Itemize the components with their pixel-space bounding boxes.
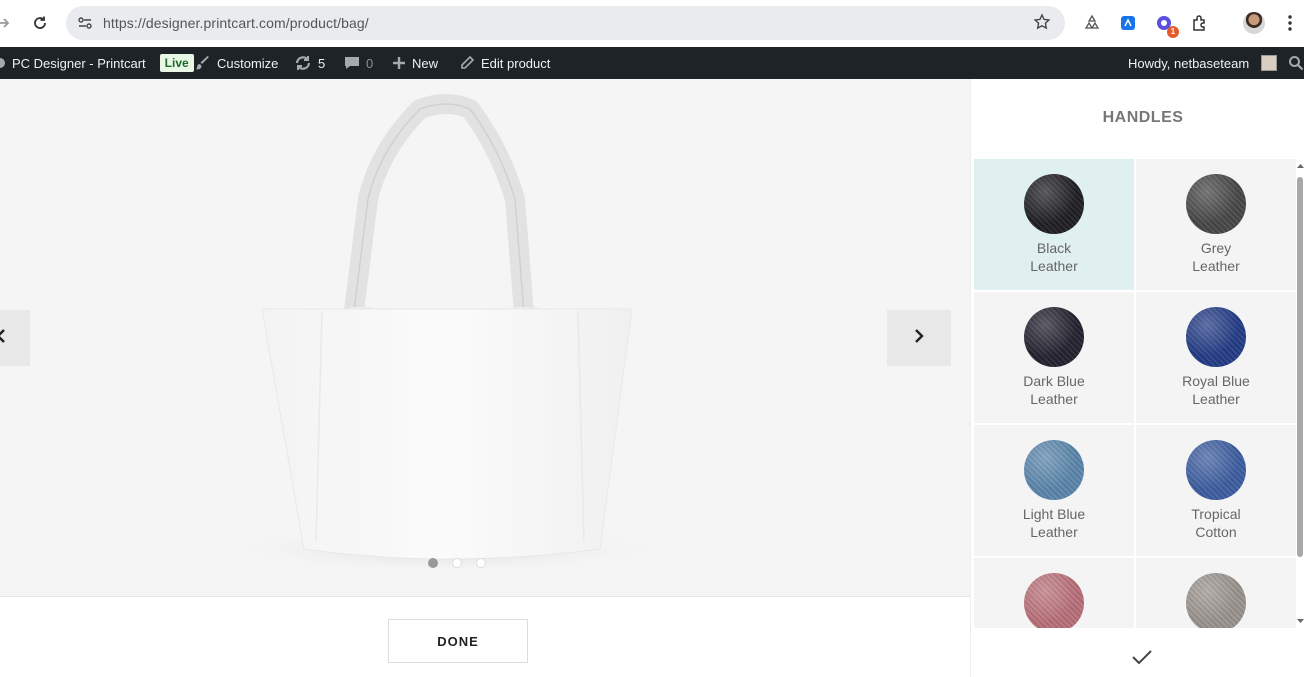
updates-icon bbox=[294, 55, 312, 71]
updates-count: 5 bbox=[318, 55, 326, 71]
pencil-icon bbox=[459, 55, 475, 71]
color-picker-extension-icon[interactable]: 1 bbox=[1153, 12, 1179, 38]
chevron-right-icon bbox=[914, 328, 924, 348]
swatch-grid: Black Leather Grey Leather Dark Blue Leath… bbox=[974, 159, 1296, 628]
swatch-texture bbox=[1186, 307, 1246, 367]
reload-icon[interactable] bbox=[29, 12, 51, 34]
product-preview bbox=[0, 79, 970, 596]
chevron-left-icon bbox=[0, 328, 6, 348]
done-button[interactable]: DONE bbox=[388, 619, 528, 663]
live-badge: Live bbox=[159, 54, 194, 72]
translate-extension-icon[interactable] bbox=[1117, 12, 1139, 34]
comment-icon bbox=[344, 55, 360, 71]
account-menu[interactable]: Howdy, netbaseteam bbox=[1128, 47, 1278, 79]
swatch-texture bbox=[1024, 307, 1084, 367]
search-icon bbox=[1288, 55, 1304, 71]
updates-menu[interactable]: 5 bbox=[294, 47, 325, 79]
new-content-menu[interactable]: New bbox=[392, 47, 438, 79]
swatch-option[interactable]: Black Leather bbox=[974, 159, 1134, 290]
howdy-label: Howdy, netbaseteam bbox=[1128, 55, 1250, 71]
browser-toolbar: https://designer.printcart.com/product/b… bbox=[0, 0, 1304, 46]
site-name-label: PC Designer - Printcart bbox=[12, 55, 146, 71]
url-text: https://designer.printcart.com/product/b… bbox=[103, 15, 369, 31]
browser-menu-icon[interactable] bbox=[1279, 12, 1301, 34]
profile-avatar[interactable] bbox=[1243, 12, 1265, 34]
scroll-up-icon[interactable] bbox=[1296, 161, 1304, 171]
swatch-label: Grey Leather bbox=[1192, 240, 1240, 274]
options-panel: HANDLES Black Leather Grey Leather Dark Bl… bbox=[970, 79, 1304, 677]
swatch-texture bbox=[1024, 174, 1084, 234]
panel-scrollbar[interactable] bbox=[1296, 159, 1304, 628]
swatch-option[interactable] bbox=[1136, 558, 1296, 628]
swatch-option[interactable]: Tropical Cotton bbox=[1136, 425, 1296, 556]
comments-menu[interactable]: 0 bbox=[344, 47, 373, 79]
confirm-button[interactable] bbox=[1131, 649, 1153, 670]
swatch-label: Light Blue Leather bbox=[1022, 506, 1086, 540]
edit-product-link[interactable]: Edit product bbox=[459, 47, 550, 79]
swatch-texture bbox=[1186, 440, 1246, 500]
site-settings-icon[interactable] bbox=[74, 12, 96, 34]
admin-search[interactable] bbox=[1288, 47, 1304, 79]
panel-title: HANDLES bbox=[1102, 109, 1184, 126]
swatch-texture bbox=[1186, 174, 1246, 234]
plus-icon bbox=[392, 56, 406, 70]
site-name-menu[interactable]: PC Designer - Printcart Live bbox=[0, 47, 194, 79]
new-label: New bbox=[412, 55, 439, 71]
swatch-label: Dark Blue Leather bbox=[1023, 373, 1085, 407]
forward-icon[interactable] bbox=[0, 12, 14, 34]
extension-badge: 1 bbox=[1167, 26, 1179, 38]
swatch-texture bbox=[1024, 573, 1084, 628]
swatch-option[interactable]: Light Blue Leather bbox=[974, 425, 1134, 556]
paintbrush-icon bbox=[195, 55, 211, 71]
swatch-label: Black Leather bbox=[1030, 240, 1078, 274]
address-bar[interactable]: https://designer.printcart.com/product/b… bbox=[66, 6, 1065, 40]
bookmark-star-icon[interactable] bbox=[1033, 13, 1051, 36]
swatch-texture bbox=[1024, 440, 1084, 500]
admin-bar: PC Designer - Printcart Live Customize 5… bbox=[0, 47, 1304, 79]
customize-menu[interactable]: Customize bbox=[195, 47, 278, 79]
slide-dot[interactable] bbox=[452, 558, 462, 568]
swatch-label: Tropical Cotton bbox=[1191, 506, 1241, 540]
prev-slide-button[interactable] bbox=[0, 310, 30, 366]
stage-footer: DONE bbox=[0, 596, 970, 677]
swatch-option[interactable]: Dark Blue Leather bbox=[974, 292, 1134, 423]
home-icon bbox=[0, 56, 6, 70]
swatch-option[interactable]: Royal Blue Leather bbox=[1136, 292, 1296, 423]
slide-dot[interactable] bbox=[428, 558, 438, 568]
checkmark-icon bbox=[1132, 650, 1152, 665]
tote-bag-image bbox=[217, 94, 677, 575]
edit-product-label: Edit product bbox=[481, 55, 551, 71]
swatch-label: Royal Blue Leather bbox=[1182, 373, 1250, 407]
scrollbar-thumb[interactable] bbox=[1297, 177, 1303, 557]
slide-indicator bbox=[428, 558, 486, 568]
swatch-texture bbox=[1186, 573, 1246, 628]
swatch-option[interactable]: Grey Leather bbox=[1136, 159, 1296, 290]
slide-dot[interactable] bbox=[476, 558, 486, 568]
comments-count: 0 bbox=[366, 55, 374, 71]
swatch-option[interactable] bbox=[974, 558, 1134, 628]
scroll-down-icon[interactable] bbox=[1296, 616, 1304, 626]
extensions-puzzle-icon[interactable] bbox=[1189, 12, 1211, 34]
recycle-extension-icon[interactable] bbox=[1081, 12, 1103, 34]
user-avatar bbox=[1261, 55, 1278, 71]
customize-label: Customize bbox=[217, 55, 279, 71]
next-slide-button[interactable] bbox=[887, 310, 951, 366]
